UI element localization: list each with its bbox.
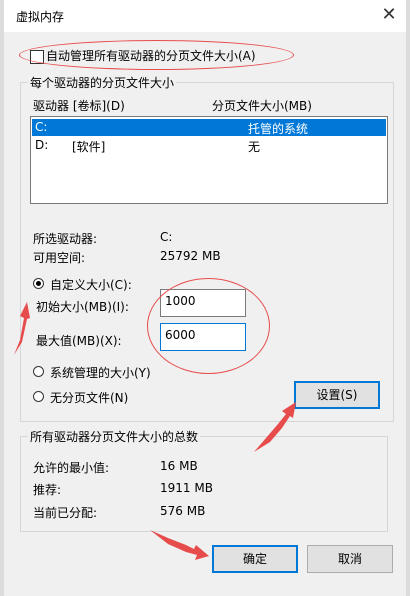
annotation-arrow-custom — [14, 302, 30, 355]
annotation-arrow-ok — [150, 530, 209, 560]
annotation-arrows — [14, 302, 296, 560]
annotation-arrow-set — [254, 402, 296, 452]
